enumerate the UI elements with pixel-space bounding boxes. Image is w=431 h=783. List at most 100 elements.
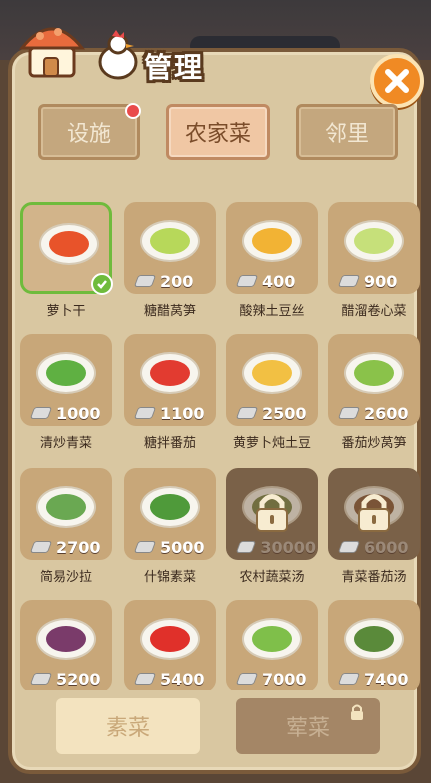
dish-plate-image <box>242 352 302 394</box>
silver-coin-icon <box>235 673 259 685</box>
dish-item[interactable]: 900 醋溜卷心菜 <box>328 202 420 334</box>
dish-price: 1000 <box>29 403 110 423</box>
page-title: 管理 <box>144 51 205 84</box>
notification-badge <box>125 103 141 119</box>
dish-card[interactable]: 2500 <box>226 334 318 426</box>
dish-item[interactable]: 400 酸辣土豆丝 <box>226 202 318 334</box>
dish-card[interactable]: 200 <box>124 202 216 294</box>
dish-item[interactable]: 5400 <box>124 600 216 690</box>
dish-price: 30000 <box>235 537 316 557</box>
dish-card[interactable]: 5200 <box>20 600 112 690</box>
dish-plate-image <box>242 618 302 660</box>
dish-food-image <box>354 360 394 386</box>
dish-food-image <box>150 360 190 386</box>
tab-neighbors[interactable]: 邻里 <box>296 104 398 160</box>
dish-item[interactable]: 7400 <box>328 600 420 690</box>
dish-plate-image <box>140 618 200 660</box>
tab-meat[interactable]: 荤菜 <box>236 698 380 754</box>
chicken-icon <box>98 30 138 80</box>
silver-coin-icon <box>133 673 157 685</box>
dish-price: 2600 <box>337 404 418 423</box>
dish-name: 清炒青菜 <box>39 436 92 451</box>
dish-card[interactable]: 2700 <box>20 468 112 560</box>
dish-card[interactable]: 5400 <box>124 600 216 690</box>
dish-price-value: 2500 <box>262 403 307 423</box>
dish-food-image <box>354 228 394 254</box>
dish-card[interactable]: 5000 <box>124 468 216 560</box>
dish-plate-image <box>36 352 96 394</box>
dish-plate-image <box>140 220 200 262</box>
dish-name: 黄萝卜炖土豆 <box>232 436 311 451</box>
dish-food-image <box>252 626 292 652</box>
dish-name: 农村蔬菜汤 <box>239 570 305 585</box>
dish-item[interactable]: 5000 什锦素菜 <box>124 468 216 600</box>
dish-food-image <box>150 494 190 520</box>
dish-item[interactable]: 萝卜干 <box>20 202 113 334</box>
dish-card[interactable]: 6000 <box>328 468 420 560</box>
dish-card[interactable]: 7400 <box>328 600 420 690</box>
tab-label: 设施 <box>66 122 111 147</box>
silver-coin-icon <box>337 673 361 685</box>
tab-label: 邻里 <box>324 122 369 147</box>
dish-item[interactable]: 30000 农村蔬菜汤 <box>226 468 318 600</box>
dish-price: 7000 <box>235 669 316 689</box>
dish-price: 5000 <box>133 537 214 557</box>
dish-card[interactable]: 400 <box>226 202 318 294</box>
dish-food-image <box>150 228 190 254</box>
silver-coin-icon <box>133 407 157 419</box>
dish-price-value: 30000 <box>260 537 316 557</box>
logo: 管理 <box>16 10 236 86</box>
tab-farm-dishes[interactable]: 农家菜 <box>166 104 270 160</box>
dish-card[interactable] <box>20 202 113 295</box>
dish-name: 糖拌番茄 <box>143 436 196 451</box>
silver-coin-icon <box>29 673 53 685</box>
dish-price-value: 1100 <box>160 403 205 423</box>
lock-icon <box>351 704 363 720</box>
silver-coin-icon <box>133 541 157 553</box>
dish-item[interactable]: 2500 黄萝卜炖土豆 <box>226 334 318 466</box>
dish-item[interactable]: 5200 <box>20 600 112 690</box>
dish-name: 醋溜卷心菜 <box>341 304 407 319</box>
dish-item[interactable]: 7000 <box>226 600 318 690</box>
dish-item[interactable]: 2600 番茄炒莴笋 <box>328 334 420 466</box>
dish-plate-image <box>36 486 96 528</box>
tab-facilities[interactable]: 设施 <box>38 103 141 160</box>
dish-item[interactable]: 200 糖醋莴笋 <box>124 202 216 334</box>
dish-price: 900 <box>337 271 418 291</box>
dish-item[interactable]: 2700 简易沙拉 <box>20 468 112 600</box>
dish-price-value: 7400 <box>364 669 409 689</box>
lock-icon <box>358 494 390 532</box>
dish-card[interactable]: 1100 <box>124 334 216 426</box>
dish-price: 400 <box>235 271 316 291</box>
dish-price-value: 6000 <box>364 537 409 557</box>
silver-coin-icon <box>235 275 259 287</box>
dish-name: 酸辣土豆丝 <box>239 304 305 319</box>
dish-card[interactable]: 2600 <box>328 334 420 426</box>
dish-grid: 萝卜干 200 糖醋莴笋 400 酸辣土豆丝 900 醋溜卷心菜 1000 清炒青菜 1100 糖拌… <box>20 202 420 690</box>
silver-coin-icon <box>133 275 157 287</box>
dish-card[interactable]: 7000 <box>226 600 318 690</box>
dish-card[interactable]: 900 <box>328 202 420 294</box>
tab-vegetarian[interactable]: 素菜 <box>56 698 200 754</box>
dish-price: 2500 <box>235 403 316 423</box>
dish-price-value: 1000 <box>56 403 101 423</box>
dish-item[interactable]: 1100 糖拌番茄 <box>124 334 216 466</box>
dish-price-value: 400 <box>262 271 296 291</box>
check-icon <box>91 273 113 295</box>
dish-item[interactable]: 1000 清炒青菜 <box>20 334 112 466</box>
dish-price-value: 5000 <box>160 537 205 557</box>
dish-card[interactable]: 1000 <box>20 334 112 426</box>
dish-price-value: 7000 <box>262 669 307 689</box>
close-button[interactable] <box>370 54 424 108</box>
dish-plate-image <box>344 618 404 660</box>
dish-item[interactable]: 6000 青菜番茄汤 <box>328 468 420 600</box>
dish-card[interactable]: 30000 <box>226 468 318 560</box>
dish-food-image <box>49 231 89 257</box>
dish-plate-image <box>140 352 200 394</box>
dish-name: 青菜番茄汤 <box>341 570 407 585</box>
dish-price-value: 900 <box>364 271 398 291</box>
dish-price: 6000 <box>337 537 418 557</box>
silver-coin-icon <box>235 407 259 419</box>
dish-food-image <box>252 360 292 386</box>
dish-price-value: 200 <box>160 271 194 291</box>
